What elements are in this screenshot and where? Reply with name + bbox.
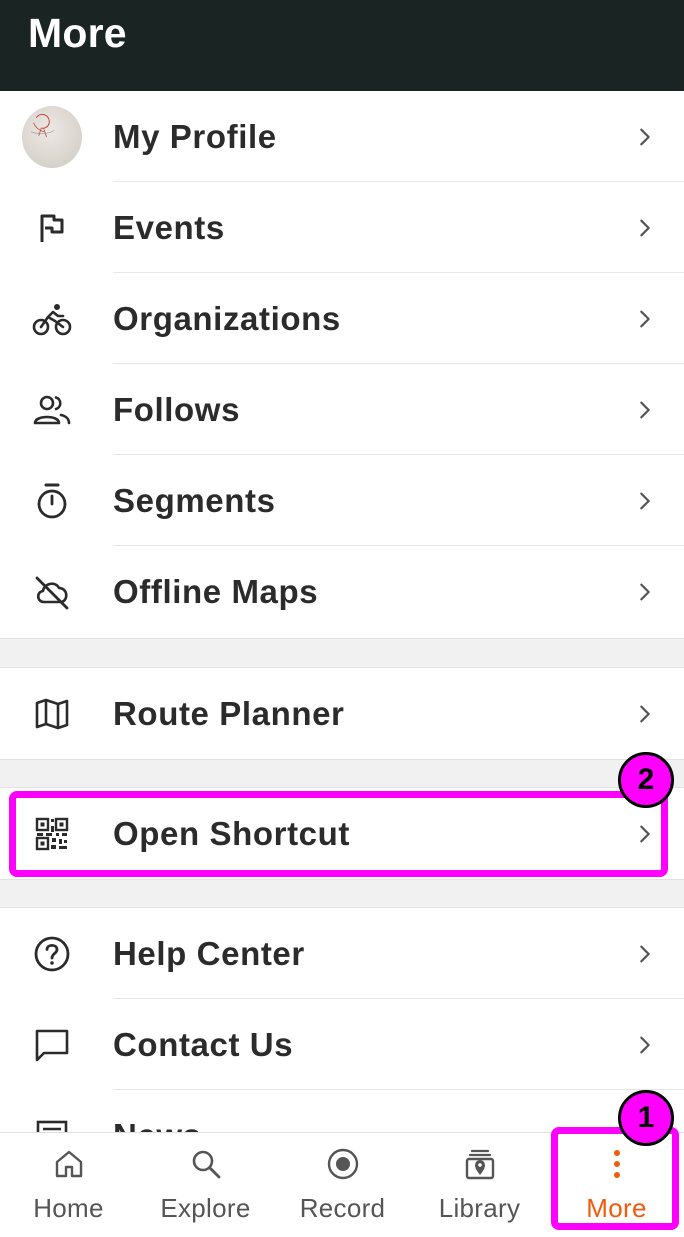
chevron-right-icon xyxy=(634,581,656,603)
chevron-right-icon xyxy=(634,217,656,239)
library-icon xyxy=(461,1145,499,1183)
chevron-right-icon xyxy=(634,823,656,845)
section-gap xyxy=(0,759,684,788)
menu-item-label: News xyxy=(113,1117,202,1133)
menu-item-offline-maps[interactable]: Offline Maps xyxy=(0,546,684,637)
cloud-off-icon xyxy=(22,562,82,622)
menu-item-label: My Profile xyxy=(113,117,277,155)
home-icon xyxy=(50,1145,88,1183)
section-gap xyxy=(0,879,684,908)
menu-item-label: Offline Maps xyxy=(113,572,319,610)
app-header: More xyxy=(0,0,684,91)
menu-item-contact-us[interactable]: Contact Us xyxy=(0,999,684,1090)
chevron-right-icon xyxy=(634,943,656,965)
nav-label: More xyxy=(586,1193,647,1223)
menu-item-label: Follows xyxy=(113,390,241,428)
nav-tab-home[interactable]: Home xyxy=(0,1133,137,1237)
menu-item-news[interactable]: News xyxy=(0,1090,684,1132)
nav-tab-explore[interactable]: Explore xyxy=(137,1133,274,1237)
chevron-right-icon xyxy=(634,399,656,421)
nav-label: Library xyxy=(438,1193,521,1223)
chevron-right-icon xyxy=(634,308,656,330)
annotation-badge-1: 1 xyxy=(618,1090,674,1146)
menu-item-label: Events xyxy=(113,208,225,246)
menu-item-label: Open Shortcut xyxy=(113,814,350,852)
menu-item-help-center[interactable]: Help Center xyxy=(0,908,684,999)
avatar xyxy=(22,105,82,168)
menu-item-open-shortcut[interactable]: Open Shortcut xyxy=(0,788,684,879)
nav-label: Home xyxy=(33,1193,104,1223)
menu-group-support: Help Center Contact Us xyxy=(0,908,684,1132)
search-icon xyxy=(187,1145,225,1183)
nav-tab-more[interactable]: More xyxy=(548,1133,684,1237)
nav-tab-library[interactable]: Library xyxy=(411,1133,548,1237)
menu-item-route-planner[interactable]: Route Planner xyxy=(0,668,684,759)
annotation-badge-2: 2 xyxy=(618,752,674,808)
menu-item-events[interactable]: Events xyxy=(0,182,684,273)
menu-group-shortcut: Open Shortcut xyxy=(0,788,684,879)
nav-label: Explore xyxy=(160,1193,251,1223)
map-icon xyxy=(22,684,82,744)
stopwatch-icon xyxy=(22,471,82,531)
nav-tab-record[interactable]: Record xyxy=(274,1133,411,1237)
cyclist-icon xyxy=(22,289,82,349)
chevron-right-icon xyxy=(634,490,656,512)
menu-item-organizations[interactable]: Organizations xyxy=(0,273,684,364)
chevron-right-icon xyxy=(634,126,656,148)
help-circle-icon xyxy=(22,924,82,984)
nav-label: Record xyxy=(299,1193,386,1223)
bottom-navigation: Home Explore Record Library More xyxy=(0,1132,684,1237)
record-icon xyxy=(324,1145,362,1183)
menu-item-follows[interactable]: Follows xyxy=(0,364,684,455)
qr-code-icon xyxy=(22,804,82,864)
people-icon xyxy=(22,380,82,440)
more-vertical-icon xyxy=(598,1145,636,1183)
chevron-right-icon xyxy=(634,703,656,725)
page-title: More xyxy=(28,10,127,56)
newspaper-icon xyxy=(22,1106,82,1132)
chevron-right-icon xyxy=(634,1034,656,1056)
section-gap xyxy=(0,638,684,668)
chat-icon xyxy=(22,1015,82,1075)
menu-item-label: Route Planner xyxy=(113,694,345,732)
menu-item-my-profile[interactable]: My Profile xyxy=(0,91,684,182)
flag-icon xyxy=(22,198,82,258)
menu-group-tools: Route Planner xyxy=(0,668,684,759)
menu-item-label: Organizations xyxy=(113,299,341,337)
menu-group-account: My Profile Events Organizations Follows … xyxy=(0,91,684,638)
menu-item-label: Segments xyxy=(113,481,276,519)
menu-item-label: Help Center xyxy=(113,934,305,972)
menu-item-segments[interactable]: Segments xyxy=(0,455,684,546)
menu-item-label: Contact Us xyxy=(113,1025,294,1063)
more-screen: More My Profile Events Organizations Fol… xyxy=(0,0,684,1237)
